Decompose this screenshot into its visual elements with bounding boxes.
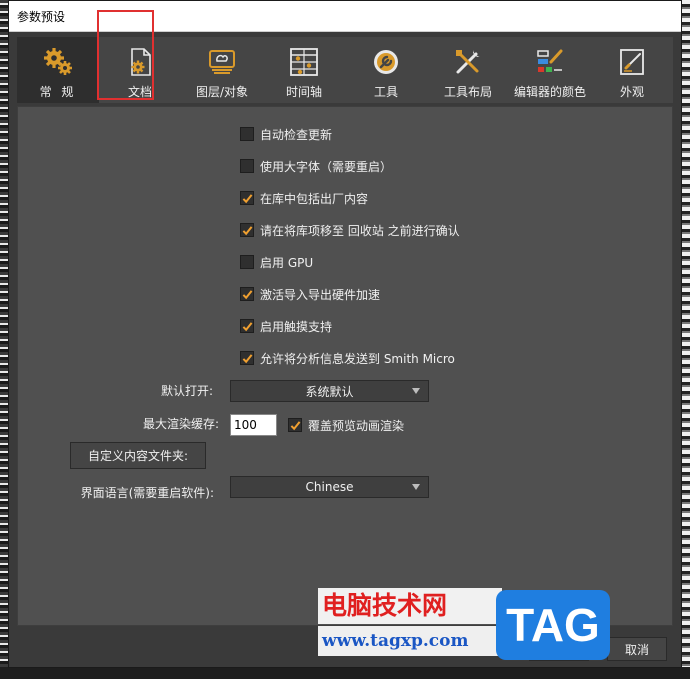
tab-label: 编辑器的颜色 [513, 85, 586, 99]
window-title: 参数预设 [17, 9, 66, 24]
checkbox-label: 请在将库项移至 回收站 之前进行确认 [260, 223, 460, 238]
timeline-icon [287, 45, 321, 79]
tab-tools[interactable]: 工具 [345, 37, 427, 103]
general-settings-panel: 自动检查更新 使用大字体（需要重启） 在库中包括出厂内容 请在将库项移至 回收站… [17, 106, 673, 626]
checkbox-label: 覆盖预览动画渲染 [308, 418, 405, 433]
checkbox-auto-check-updates[interactable]: 自动检查更新 [240, 124, 332, 144]
tab-label: 图层/对象 [195, 85, 249, 99]
ok-button[interactable]: 确定 [529, 637, 589, 661]
default-open-label: 默认打开: [160, 384, 213, 398]
checkbox-large-font[interactable]: 使用大字体（需要重启） [240, 156, 392, 176]
checkbox-label: 允许将分析信息发送到 Smith Micro [260, 351, 455, 366]
checkbox-label: 自动检查更新 [260, 127, 333, 142]
ui-language-select[interactable]: Chinese [230, 476, 429, 498]
tools-layout-icon [451, 45, 485, 79]
preferences-dialog: 参数预设 常 规 文档 图层/对象 时间轴 工具 工具布局 编辑器的颜色 外观 … [8, 0, 682, 668]
select-value: 系统默认 [305, 384, 354, 399]
document-gear-icon [123, 45, 157, 79]
tab-timeline[interactable]: 时间轴 [263, 37, 345, 103]
dropdown-arrow-icon [412, 388, 420, 394]
tab-tools-layout[interactable]: 工具布局 [427, 37, 509, 103]
checkbox-hw-acceleration[interactable]: 激活导入导出硬件加速 [240, 284, 380, 304]
checkbox-box[interactable] [240, 223, 254, 237]
checkbox-label: 启用触摸支持 [260, 319, 333, 334]
dropdown-arrow-icon [412, 484, 420, 490]
checkbox-label: 在库中包括出厂内容 [260, 191, 369, 206]
select-value: Chinese [305, 480, 354, 494]
checkbox-box[interactable] [240, 159, 254, 173]
render-cache-input[interactable]: 100 [230, 414, 277, 436]
wrench-circle-icon [369, 45, 403, 79]
checkbox-label: 使用大字体（需要重启） [260, 159, 393, 174]
checkmark-icon [242, 321, 252, 331]
checkbox-label: 启用 GPU [260, 255, 314, 270]
checkbox-label: 激活导入导出硬件加速 [260, 287, 381, 302]
tab-appearance[interactable]: 外观 [591, 37, 673, 103]
tab-label: 文档 [127, 85, 152, 99]
checkbox-box[interactable] [240, 191, 254, 205]
tab-label: 工具 [373, 85, 398, 99]
checkbox-include-factory-content[interactable]: 在库中包括出厂内容 [240, 188, 368, 208]
tab-label: 工具布局 [443, 85, 492, 99]
checkbox-box[interactable] [240, 255, 254, 269]
checkmark-icon [290, 420, 300, 430]
checkbox-override-preview-render[interactable]: 覆盖预览动画渲染 [288, 415, 404, 435]
background-app-left-edge [0, 0, 8, 679]
layers-icon [205, 45, 239, 79]
tab-label: 时间轴 [285, 85, 322, 99]
gears-icon [41, 45, 75, 79]
checkmark-icon [242, 353, 252, 363]
cancel-button[interactable]: 取消 [607, 637, 667, 661]
background-app-bottom-edge [0, 667, 690, 679]
checkbox-box[interactable] [288, 418, 302, 432]
checkmark-icon [242, 193, 252, 203]
default-open-select[interactable]: 系统默认 [230, 380, 429, 402]
checkbox-confirm-recycle[interactable]: 请在将库项移至 回收站 之前进行确认 [240, 220, 460, 240]
checkbox-enable-gpu[interactable]: 启用 GPU [240, 252, 313, 272]
editor-colors-icon [533, 45, 567, 79]
checkmark-icon [242, 289, 252, 299]
category-tabs: 常 规 文档 图层/对象 时间轴 工具 工具布局 编辑器的颜色 外观 [17, 37, 673, 103]
checkmark-icon [242, 225, 252, 235]
appearance-icon [615, 45, 649, 79]
tab-editor-colors[interactable]: 编辑器的颜色 [509, 37, 591, 103]
checkbox-touch-support[interactable]: 启用触摸支持 [240, 316, 332, 336]
checkbox-box[interactable] [240, 319, 254, 333]
checkbox-box[interactable] [240, 351, 254, 365]
custom-content-folder-button[interactable]: 自定义内容文件夹: [70, 442, 206, 469]
tab-label: 常 规 [39, 85, 77, 99]
tab-general[interactable]: 常 规 [17, 37, 99, 103]
title-bar: 参数预设 [9, 1, 681, 32]
tab-document[interactable]: 文档 [99, 37, 181, 103]
background-app-right-edge [682, 0, 690, 679]
checkbox-box[interactable] [240, 287, 254, 301]
tab-layers-objects[interactable]: 图层/对象 [181, 37, 263, 103]
checkbox-send-analytics[interactable]: 允许将分析信息发送到 Smith Micro [240, 348, 455, 368]
checkbox-box[interactable] [240, 127, 254, 141]
tab-label: 外观 [619, 85, 644, 99]
render-cache-label: 最大渲染缓存: [142, 417, 219, 431]
ui-language-label: 界面语言(需要重启软件): [80, 486, 214, 500]
